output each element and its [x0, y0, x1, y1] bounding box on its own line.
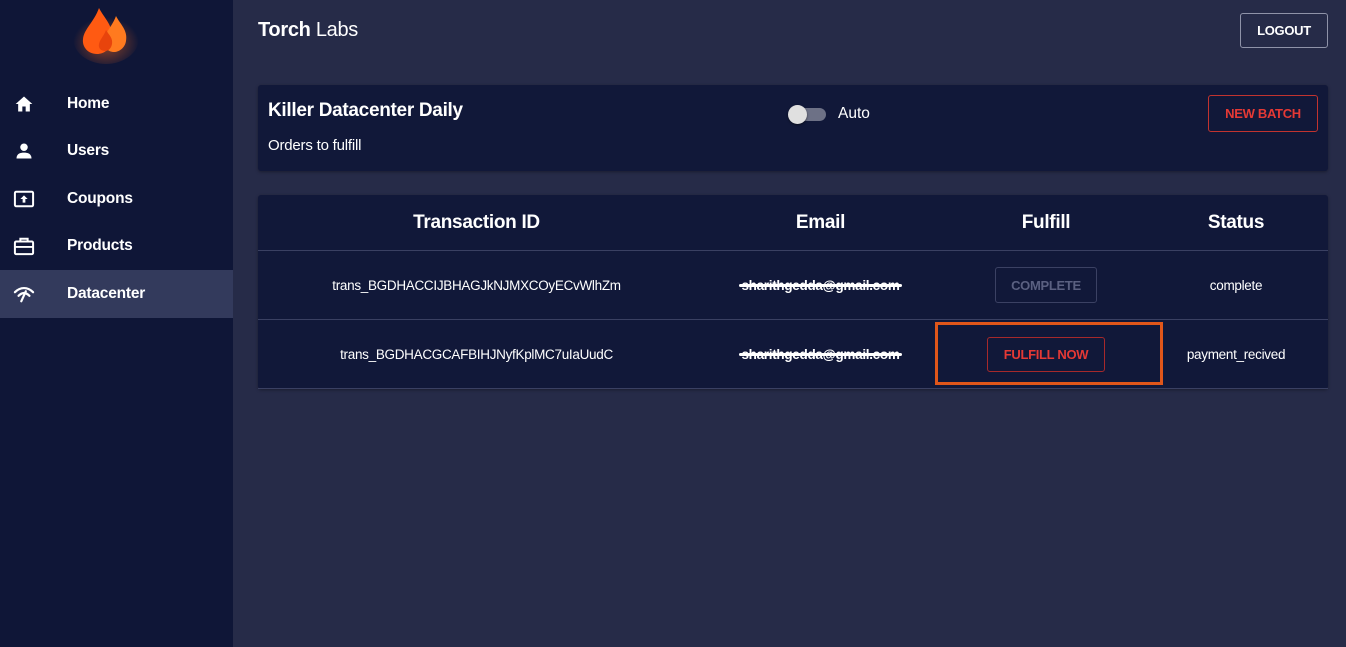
- column-header-status: Status: [1207, 212, 1265, 233]
- redaction-strike: [739, 284, 902, 287]
- table-row: trans_BGDHACCIJBHAGJkNJMXCOyECvWlhZm sha…: [258, 251, 1328, 320]
- sidebar-item-users[interactable]: Users: [0, 128, 233, 176]
- sidebar-item-datacenter[interactable]: Datacenter: [0, 270, 233, 318]
- table-header: Transaction ID Email Fulfill Status: [258, 195, 1328, 251]
- brand-rest: Labs: [310, 19, 359, 41]
- sidebar: Home Users Coupons Products Datacenter: [0, 0, 233, 647]
- signal-icon: [12, 282, 36, 306]
- email-redacted: sharithgedda@gmail.com: [739, 347, 902, 362]
- toggle-knob: [788, 105, 807, 124]
- table-row: trans_BGDHACGCAFBIHJNyfKplMC7uIaUudC sha…: [258, 320, 1328, 389]
- column-header-email: Email: [795, 212, 846, 233]
- sidebar-item-label: Coupons: [67, 189, 133, 207]
- coupon-icon: [12, 187, 36, 211]
- batch-card: Killer Datacenter Daily Orders to fulfil…: [258, 85, 1328, 171]
- transaction-id-cell: trans_BGDHACGCAFBIHJNyfKplMC7uIaUudC: [340, 346, 613, 362]
- batch-subtitle: Orders to fulfill: [268, 137, 362, 154]
- sidebar-nav: Home Users Coupons Products Datacenter: [0, 80, 233, 318]
- flame-logo-icon[interactable]: [72, 2, 140, 64]
- user-icon: [12, 139, 36, 163]
- sidebar-item-coupons[interactable]: Coupons: [0, 175, 233, 223]
- sidebar-item-home[interactable]: Home: [0, 80, 233, 128]
- sidebar-item-label: Products: [67, 237, 133, 255]
- redaction-strike: [739, 353, 902, 356]
- logout-button[interactable]: LOGOUT: [1240, 13, 1328, 48]
- briefcase-icon: [12, 234, 36, 258]
- brand-bold: Torch: [258, 19, 311, 41]
- brand-title: Torch Labs: [258, 19, 358, 42]
- status-cell: complete: [1209, 277, 1263, 293]
- auto-toggle[interactable]: Auto: [788, 104, 870, 124]
- batch-title: Killer Datacenter Daily: [268, 100, 463, 121]
- email-cell: sharithgedda@gmail.com: [695, 251, 946, 319]
- new-batch-button[interactable]: NEW BATCH: [1208, 95, 1318, 132]
- status-cell: payment_recived: [1186, 346, 1286, 362]
- toggle-label: Auto: [838, 105, 870, 122]
- transaction-id-cell: trans_BGDHACCIJBHAGJkNJMXCOyECvWlhZm: [332, 277, 621, 293]
- sidebar-item-label: Home: [67, 94, 110, 112]
- email-redacted: sharithgedda@gmail.com: [739, 278, 902, 293]
- sidebar-item-products[interactable]: Products: [0, 223, 233, 271]
- sidebar-item-label: Users: [67, 142, 110, 160]
- orders-table: Transaction ID Email Fulfill Status tran…: [258, 195, 1328, 389]
- sidebar-item-label: Datacenter: [67, 284, 146, 302]
- fulfill-cell: FULFILL NOW: [946, 320, 1146, 388]
- fulfill-now-button[interactable]: FULFILL NOW: [987, 336, 1105, 372]
- column-header-transaction-id: Transaction ID: [413, 212, 540, 233]
- home-icon: [12, 92, 36, 116]
- column-header-fulfill: Fulfill: [1021, 212, 1071, 233]
- complete-button[interactable]: COMPLETE: [995, 267, 1097, 303]
- toggle-switch[interactable]: [788, 104, 826, 124]
- email-cell: sharithgedda@gmail.com: [695, 320, 946, 388]
- fulfill-cell: COMPLETE: [946, 251, 1146, 319]
